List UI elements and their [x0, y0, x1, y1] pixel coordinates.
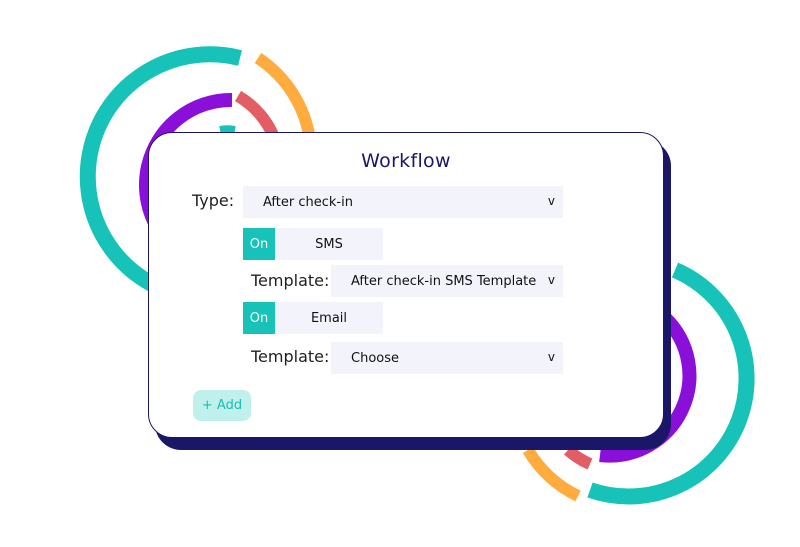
arc-coral-bottom	[563, 445, 593, 470]
workflow-card: Workflow Type: After check-in v On SMS T…	[148, 132, 664, 438]
email-template-select[interactable]: Choose v	[331, 342, 563, 374]
email-template-label: Template:	[251, 347, 330, 366]
type-label: Type:	[192, 191, 235, 210]
sms-on-toggle[interactable]: On	[243, 228, 275, 260]
chevron-down-icon: v	[547, 194, 555, 208]
sms-channel-row: On SMS	[243, 228, 383, 260]
add-button[interactable]: + Add	[193, 390, 251, 421]
type-select[interactable]: After check-in v	[243, 186, 563, 218]
arc-teal-small	[219, 125, 236, 134]
email-template-value: Choose	[351, 350, 399, 366]
sms-channel-label: SMS	[315, 236, 343, 252]
email-channel-row: On Email	[243, 302, 383, 334]
email-channel-label: Email	[310, 310, 348, 326]
sms-template-value: After check-in SMS Template	[351, 273, 537, 289]
workflow-title: Workflow	[361, 150, 451, 172]
email-on-toggle[interactable]: On	[243, 302, 275, 334]
sms-template-select[interactable]: After check-in SMS Template v	[331, 265, 563, 297]
chevron-down-icon: v	[547, 350, 555, 364]
chevron-down-icon: v	[547, 273, 555, 287]
sms-template-label: Template:	[251, 271, 330, 290]
type-select-value: After check-in	[263, 194, 353, 210]
